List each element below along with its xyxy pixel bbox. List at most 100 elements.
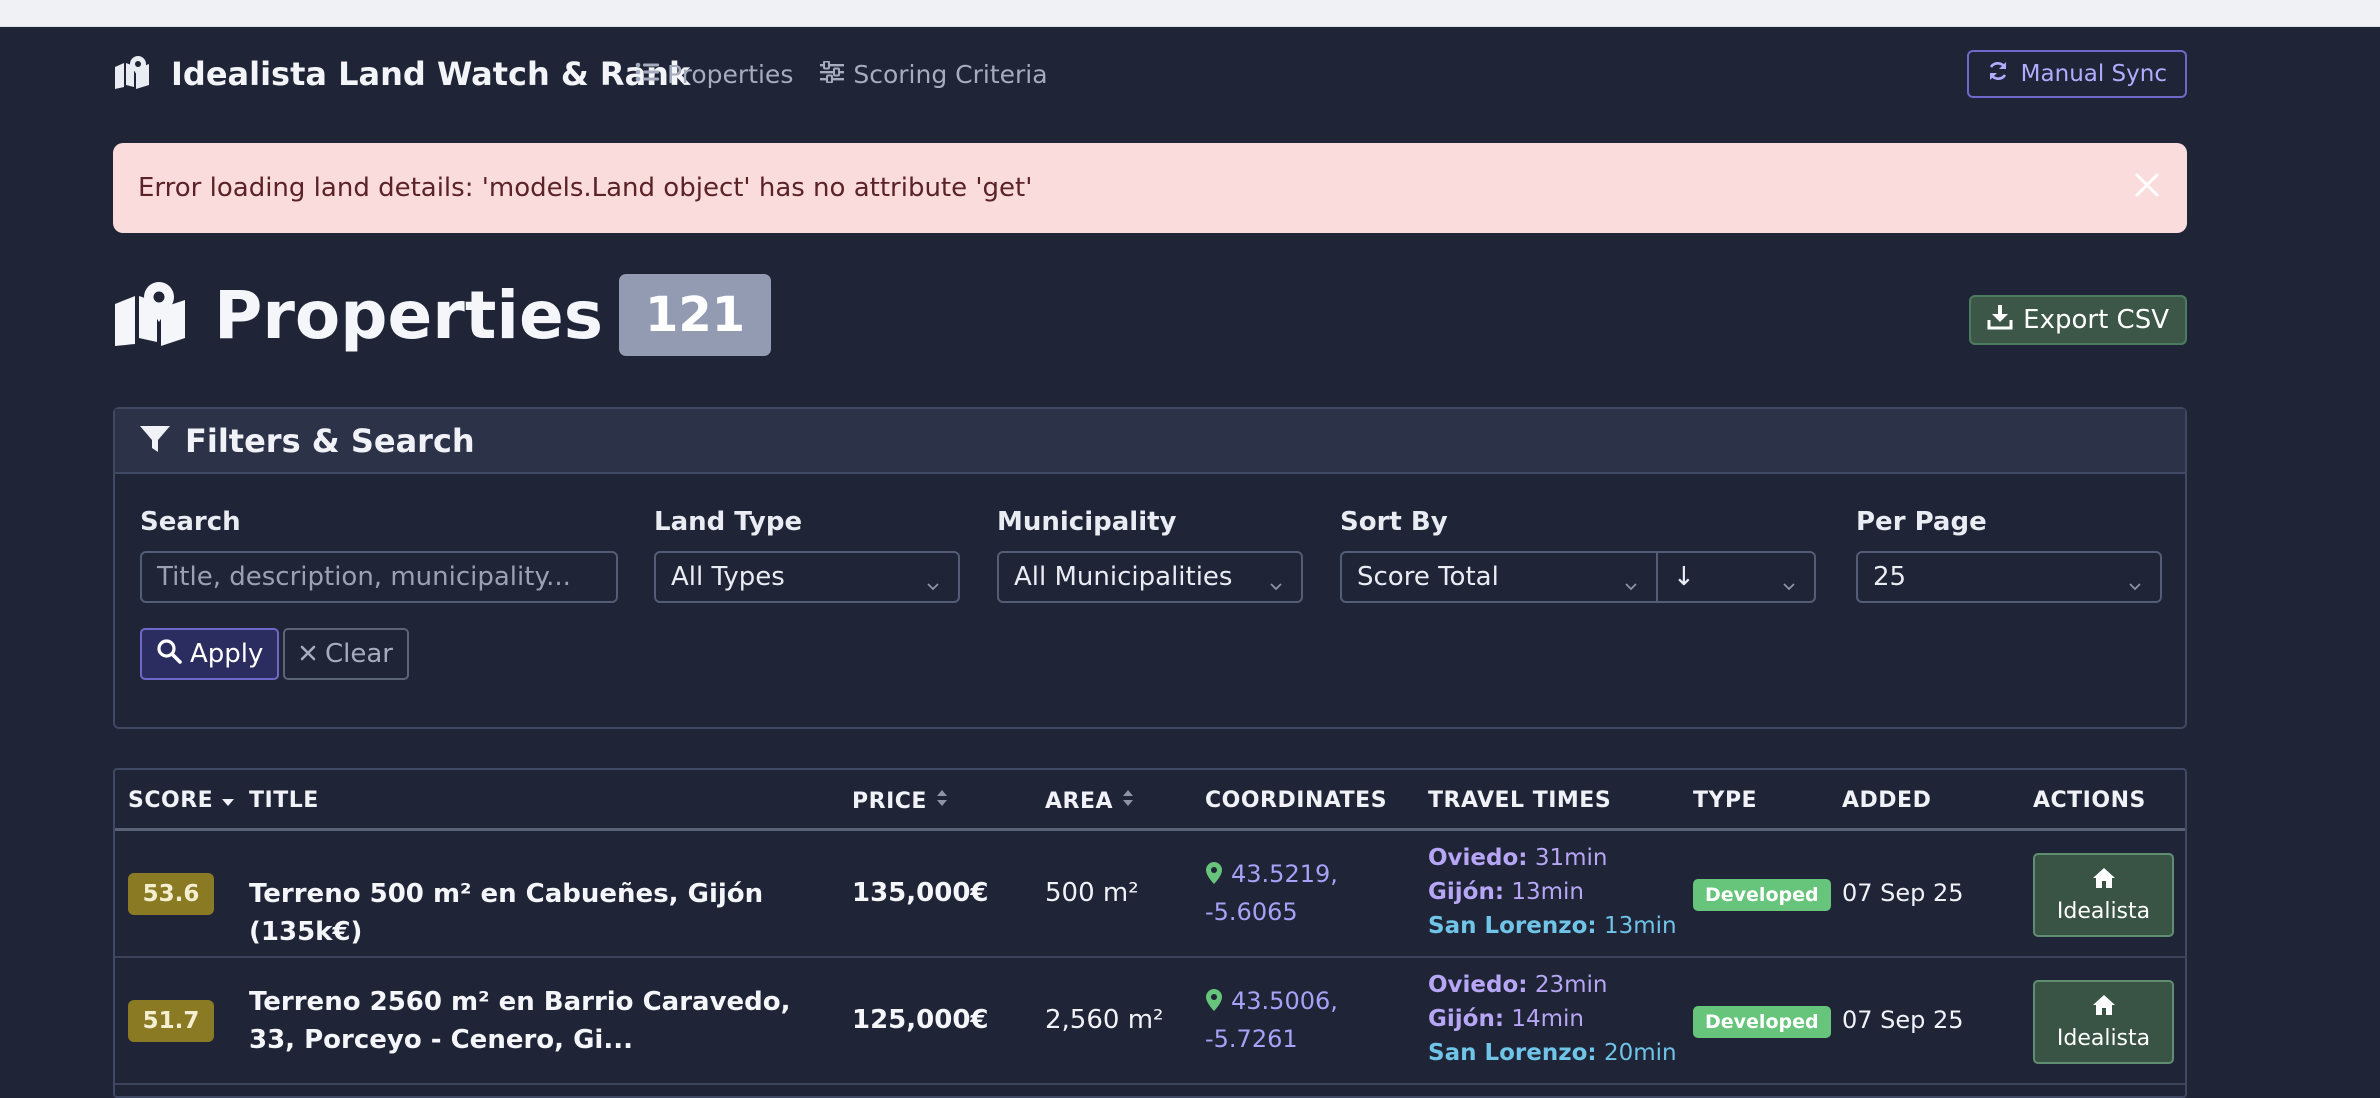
sort-direction-value: ↓ bbox=[1673, 562, 1695, 592]
column-price[interactable]: PRICE bbox=[852, 788, 949, 814]
browser-top-strip bbox=[0, 0, 2380, 27]
travel-gijon-label: Gijón: bbox=[1428, 1006, 1505, 1032]
idealista-label: Idealista bbox=[2056, 1025, 2151, 1051]
map-marker-icon bbox=[1205, 860, 1231, 888]
table-row: 51.7 Terreno 2560 m² en Barrio Caravedo,… bbox=[115, 958, 2185, 1085]
travel-oviedo-value: 23min bbox=[1534, 972, 1608, 998]
search-label: Search bbox=[140, 507, 241, 537]
travel-oviedo-label: Oviedo: bbox=[1428, 972, 1528, 998]
per-page-value: 25 bbox=[1873, 562, 1907, 592]
clear-button[interactable]: Clear bbox=[283, 628, 409, 680]
page-heading: Properties 121 bbox=[113, 273, 772, 357]
travel-gijon-value: 14min bbox=[1511, 1006, 1584, 1032]
chevron-down-icon bbox=[2128, 571, 2142, 591]
travel-oviedo-value: 31min bbox=[1534, 845, 1608, 871]
travel-san-lorenzo-value: 13min bbox=[1603, 913, 1677, 939]
nav-links: Properties Scoring Criteria bbox=[635, 58, 1048, 90]
property-area: 2,560 m² bbox=[1045, 1005, 1164, 1035]
properties-count-badge: 121 bbox=[619, 274, 772, 356]
properties-table: SCORE TITLE PRICE AREA COORDINATES TRAVE… bbox=[113, 768, 2187, 1098]
municipality-label: Municipality bbox=[997, 507, 1177, 537]
nav-link-properties-label: Properties bbox=[667, 59, 794, 89]
search-input[interactable]: Title, description, municipality... bbox=[140, 551, 618, 603]
sort-direction-select[interactable]: ↓ bbox=[1656, 551, 1816, 603]
sort-icon bbox=[935, 788, 949, 814]
column-area[interactable]: AREA bbox=[1045, 788, 1135, 814]
manual-sync-button[interactable]: Manual Sync bbox=[1966, 50, 2187, 98]
brand[interactable]: Idealista Land Watch & Rank bbox=[113, 55, 691, 93]
property-title[interactable]: Terreno 2560 m² en Barrio Caravedo, 33, … bbox=[249, 983, 809, 1059]
nav-link-scoring-criteria[interactable]: Scoring Criteria bbox=[819, 60, 1048, 89]
idealista-button[interactable]: Idealista bbox=[2033, 980, 2174, 1064]
added-date: 07 Sep 25 bbox=[1842, 879, 1964, 907]
sort-icon bbox=[1121, 788, 1135, 814]
column-score-label: SCORE bbox=[128, 788, 214, 813]
export-csv-label: Export CSV bbox=[2023, 305, 2169, 335]
map-location-icon bbox=[113, 280, 187, 350]
download-icon bbox=[1987, 304, 2013, 337]
column-type: TYPE bbox=[1693, 788, 1758, 813]
table-header: SCORE TITLE PRICE AREA COORDINATES TRAVE… bbox=[115, 770, 2185, 831]
land-type-label: Land Type bbox=[654, 507, 803, 537]
per-page-select[interactable]: 25 bbox=[1856, 551, 2162, 603]
land-type-select[interactable]: All Types bbox=[654, 551, 960, 603]
sort-down-icon bbox=[221, 788, 235, 813]
brand-title: Idealista Land Watch & Rank bbox=[171, 55, 691, 93]
added-date: 07 Sep 25 bbox=[1842, 1006, 1964, 1034]
filter-icon bbox=[139, 424, 171, 458]
page-title: Properties bbox=[214, 276, 604, 354]
idealista-label: Idealista bbox=[2056, 898, 2151, 924]
coordinates-link[interactable]: 43.5219, -5.6065 bbox=[1205, 855, 1405, 931]
sliders-icon bbox=[819, 60, 845, 89]
error-alert-message: Error loading land details: 'models.Land… bbox=[138, 173, 1033, 203]
travel-gijon-value: 13min bbox=[1511, 879, 1584, 905]
property-title[interactable]: Terreno 500 m² en Cabueñes, Gijón (135k€… bbox=[249, 875, 809, 951]
close-icon bbox=[299, 639, 317, 669]
export-csv-button[interactable]: Export CSV bbox=[1969, 295, 2187, 345]
column-actions: ACTIONS bbox=[2033, 788, 2146, 813]
search-icon bbox=[156, 638, 182, 671]
close-icon[interactable] bbox=[2127, 165, 2167, 205]
sort-by-label: Sort By bbox=[1340, 507, 1448, 537]
refresh-icon bbox=[1987, 60, 2009, 88]
clear-label: Clear bbox=[325, 639, 393, 669]
travel-times: Oviedo: 23min Gijón: 14min San Lorenzo: … bbox=[1428, 968, 1677, 1070]
municipality-value: All Municipalities bbox=[1014, 562, 1233, 592]
column-title: TITLE bbox=[249, 788, 319, 813]
coordinates-link[interactable]: 43.5006, -5.7261 bbox=[1205, 982, 1405, 1058]
property-price: 135,000€ bbox=[852, 878, 989, 908]
nav-link-properties[interactable]: Properties bbox=[635, 60, 793, 89]
map-icon bbox=[113, 55, 151, 93]
chevron-down-icon bbox=[1782, 571, 1796, 591]
manual-sync-label: Manual Sync bbox=[2020, 61, 2167, 87]
type-badge: Developed bbox=[1693, 879, 1831, 911]
type-badge: Developed bbox=[1693, 1006, 1831, 1038]
error-alert: Error loading land details: 'models.Land… bbox=[113, 143, 2187, 233]
list-icon bbox=[635, 60, 659, 89]
column-coordinates: COORDINATES bbox=[1205, 788, 1388, 813]
travel-san-lorenzo-value: 20min bbox=[1603, 1040, 1677, 1066]
score-badge: 51.7 bbox=[128, 1000, 214, 1042]
home-icon bbox=[2092, 867, 2116, 895]
chevron-down-icon bbox=[926, 571, 940, 591]
sort-by-value: Score Total bbox=[1357, 562, 1499, 592]
idealista-button[interactable]: Idealista bbox=[2033, 853, 2174, 937]
filters-title: Filters & Search bbox=[185, 421, 475, 460]
travel-san-lorenzo-label: San Lorenzo: bbox=[1428, 1040, 1597, 1066]
travel-times: Oviedo: 31min Gijón: 13min San Lorenzo: … bbox=[1428, 841, 1677, 943]
navbar: Idealista Land Watch & Rank Properties S… bbox=[113, 50, 2187, 98]
map-marker-icon bbox=[1205, 987, 1231, 1015]
chevron-down-icon bbox=[1269, 571, 1283, 591]
apply-label: Apply bbox=[190, 639, 264, 669]
travel-san-lorenzo-label: San Lorenzo: bbox=[1428, 913, 1597, 939]
column-score[interactable]: SCORE bbox=[128, 788, 235, 813]
home-icon bbox=[2092, 994, 2116, 1022]
filters-card-header: Filters & Search bbox=[115, 409, 2185, 474]
column-added: ADDED bbox=[1842, 788, 1932, 813]
apply-button[interactable]: Apply bbox=[140, 628, 280, 680]
sort-by-select[interactable]: Score Total bbox=[1340, 551, 1658, 603]
municipality-select[interactable]: All Municipalities bbox=[997, 551, 1303, 603]
filters-card: Filters & Search Search Title, descripti… bbox=[113, 407, 2187, 729]
per-page-label: Per Page bbox=[1856, 507, 1987, 537]
chevron-down-icon bbox=[1624, 571, 1638, 591]
